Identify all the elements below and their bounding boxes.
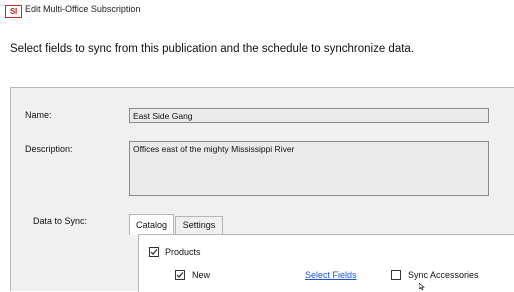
subscription-form-panel: Name: East Side Gang Description: Office… <box>10 87 514 292</box>
name-input[interactable]: East Side Gang <box>129 108 489 123</box>
catalog-tab-page: Products New Select Fields Sync Accessor… <box>138 234 514 292</box>
checkmark-icon <box>176 272 184 278</box>
app-logo-icon: SI <box>5 5 22 18</box>
data-to-sync-label: Data to Sync: <box>33 216 88 226</box>
window-title: Edit Multi-Office Subscription <box>25 4 141 14</box>
products-checkbox[interactable] <box>149 247 159 257</box>
name-label: Name: <box>25 110 52 120</box>
products-label: Products <box>165 247 201 257</box>
tab-settings[interactable]: Settings <box>175 216 223 234</box>
title-bar: SI Edit Multi-Office Subscription <box>0 0 514 22</box>
checkmark-icon <box>150 249 158 255</box>
instructions-text: Select fields to sync from this publicat… <box>10 43 415 55</box>
sync-accessories-label: Sync Accessories <box>408 270 479 280</box>
tab-catalog[interactable]: Catalog <box>129 214 174 235</box>
description-input[interactable]: Offices east of the mighty Mississippi R… <box>129 141 489 196</box>
select-fields-link[interactable]: Select Fields <box>305 270 357 280</box>
mouse-cursor-icon <box>419 283 425 290</box>
sync-accessories-checkbox[interactable] <box>391 270 401 280</box>
new-label: New <box>192 270 211 280</box>
description-label: Description: <box>25 144 73 154</box>
new-checkbox[interactable] <box>175 270 185 280</box>
